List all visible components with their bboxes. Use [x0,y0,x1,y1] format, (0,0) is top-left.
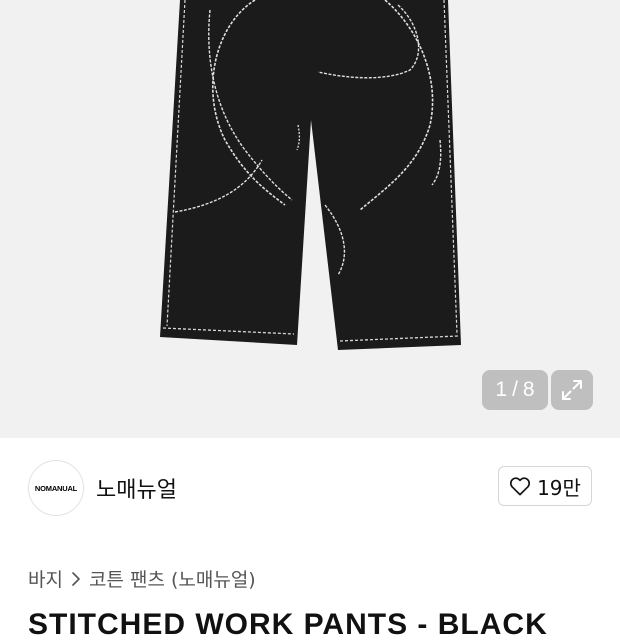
product-image-gallery[interactable]: 1 / 8 [0,0,620,438]
brand-row: NOMANUAL 노매뉴얼 19만 [0,438,620,538]
like-button[interactable]: 19만 [498,466,592,506]
expand-icon [562,380,582,400]
zoom-button[interactable] [551,370,593,410]
current-image-index: 1 [495,378,508,401]
counter-separator: / [512,378,518,401]
breadcrumb-item-category[interactable]: 바지 [28,565,63,592]
heart-outline-icon [510,477,531,496]
breadcrumb: 바지 코튼 팬츠 (노매뉴얼) [28,565,256,592]
brand-name[interactable]: 노매뉴얼 [96,472,177,504]
brand-logo-text: NOMANUAL [34,483,78,493]
pants-silhouette [160,0,461,350]
product-title: STITCHED WORK PANTS - BLACK [28,608,548,641]
like-count: 19만 [537,475,581,500]
breadcrumb-item-subcategory[interactable]: 코튼 팬츠 (노매뉴얼) [89,565,256,592]
total-image-count: 8 [522,378,535,401]
chevron-right-icon [71,571,81,586]
image-counter: 1 / 8 [482,370,548,410]
brand-logo[interactable]: NOMANUAL [28,460,84,516]
